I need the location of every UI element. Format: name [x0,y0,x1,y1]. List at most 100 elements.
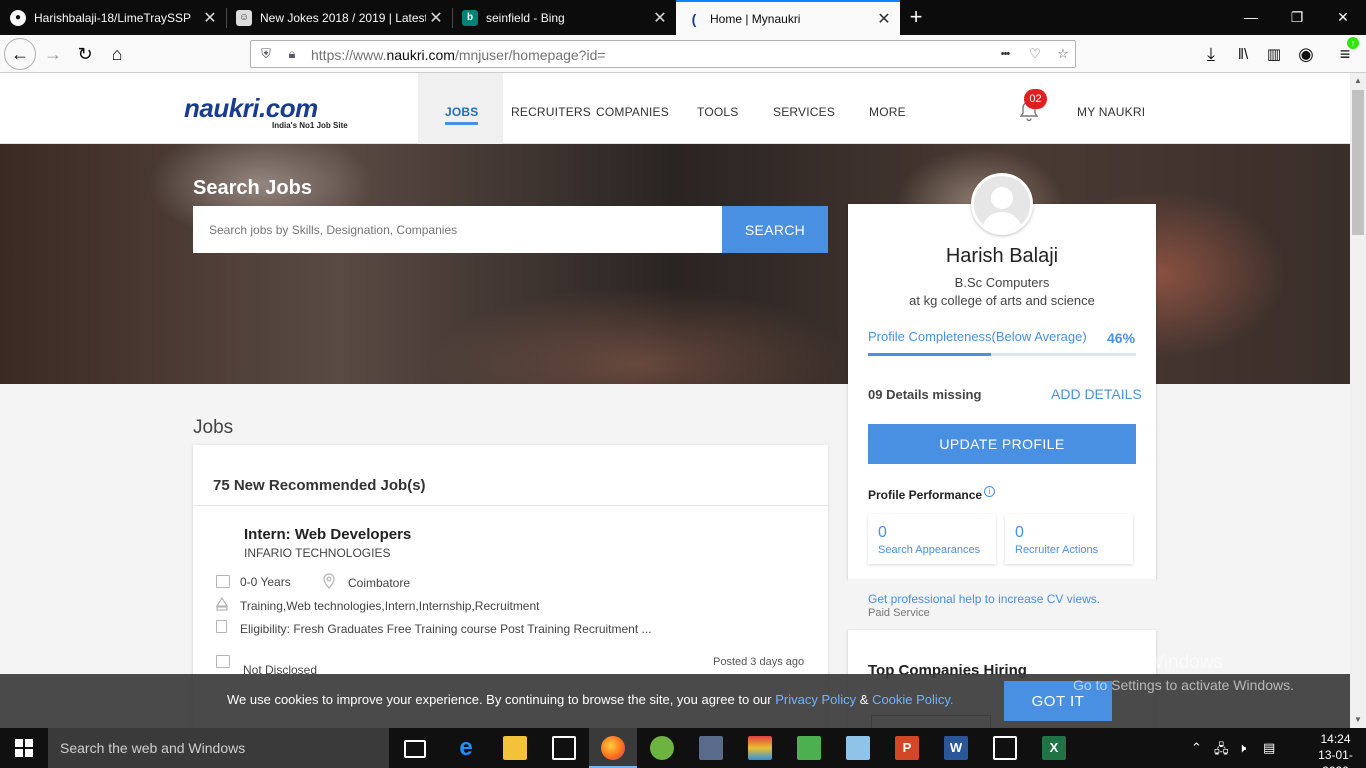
account-icon[interactable]: ◉ [1291,39,1321,69]
naukri-logo[interactable]: naukri.com India's No1 Job Site [184,95,348,130]
cookie-text: We use cookies to improve your experienc… [227,692,953,707]
paid-service-label: Paid Service [868,607,930,619]
nav-jobs[interactable]: JOBS [445,105,479,125]
paid-service-link[interactable]: Get professional help to increase CV vie… [868,592,1100,606]
search-input[interactable] [193,206,722,253]
url-text[interactable]: https://www.naukri.com/mnjuser/homepage?… [311,47,606,63]
volume-mute-icon[interactable]: 🕨︎ [1238,740,1246,756]
page-actions-icon[interactable]: ••• [996,45,1014,63]
excel-icon[interactable]: X [1042,736,1066,760]
profile-completeness-percent: 46% [1107,330,1136,346]
profile-degree: B.Sc Computers [954,275,1050,290]
profile-name: Harish Balaji [945,245,1059,267]
search-title: Search Jobs [193,177,312,199]
search-appearances-label: Search Appearances [878,544,981,556]
reload-button[interactable]: ↻ [70,39,100,69]
browser-tab-github[interactable]: ● Harishbalaji-18/LimeTraySSP ✕ [0,0,226,35]
network-icon[interactable]: 🖧︎ [1214,740,1229,762]
store-icon[interactable] [552,736,576,760]
spring-tool-icon[interactable] [650,736,674,760]
forward-button[interactable]: → [38,39,68,69]
profile-completeness-label[interactable]: Profile Completeness(Below Average) [868,329,1087,344]
close-window-button[interactable]: ✕ [1320,0,1366,35]
close-tab-icon[interactable]: ✕ [650,8,670,28]
sql-tool-icon[interactable] [699,736,723,760]
profile-completeness-fill [868,353,992,356]
cookie-policy-link[interactable]: Cookie Policy. [872,692,953,707]
windows-logo-icon [15,739,33,757]
search-appearances-count: 0 [878,524,887,541]
privacy-policy-link[interactable]: Privacy Policy [775,692,856,707]
task-view-icon[interactable] [404,740,426,758]
winrar-icon[interactable] [748,736,772,760]
file-explorer-icon[interactable] [503,736,527,760]
nav-services[interactable]: SERVICES [773,105,835,119]
edge-icon[interactable]: e [454,736,478,760]
job-location: Coimbatore [348,576,411,590]
tray-chevron-icon[interactable]: ⌃ [1191,740,1202,756]
search-button[interactable]: SEARCH [722,206,828,253]
notification-badge: 02 [1024,89,1047,109]
clock-time: 14:24 [1320,732,1351,746]
details-missing: 09 Details missing [868,387,982,402]
word-icon[interactable]: W [944,736,968,760]
start-button[interactable] [0,728,48,768]
job-title[interactable]: Intern: Web Developers [244,526,411,543]
sidebar-icon[interactable]: ▥ [1259,39,1289,69]
close-tab-icon[interactable]: ✕ [426,8,446,28]
job-skills: Training,Web technologies,Intern,Interns… [240,599,540,613]
jokes-site-icon: ☺ [236,9,252,26]
taskbar-clock[interactable]: 14:24 13-01-2020 [1305,731,1366,768]
update-profile-button[interactable]: UPDATE PROFILE [868,424,1136,464]
nav-tools[interactable]: TOOLS [697,105,738,119]
shield-icon[interactable]: ⛨ [257,45,275,63]
profile-completeness-bar [868,353,1136,356]
powerpoint-icon[interactable]: P [895,736,919,760]
new-tab-button[interactable]: + [904,4,928,30]
cookie-ampersand: & [856,692,873,707]
info-icon[interactable]: i [984,486,995,497]
avatar[interactable] [971,173,1033,235]
nav-recruiters[interactable]: RECRUITERS [511,105,591,119]
nav-companies[interactable]: COMPANIES [596,105,669,119]
action-center-icon[interactable]: ▤ [1263,740,1275,756]
photos-icon[interactable] [993,736,1017,760]
close-tab-icon[interactable]: ✕ [874,9,894,29]
downloads-icon[interactable]: ⤓ [1196,39,1226,69]
scroll-down-arrow-icon[interactable]: ▼ [1350,712,1366,728]
clock-date: 13-01-2020 [1318,748,1353,768]
add-details-link[interactable]: ADD DETAILS [1051,386,1142,402]
app-icon[interactable] [846,736,870,760]
bookmark-star-icon[interactable]: ☆ [1054,45,1072,63]
address-bar[interactable]: ⛨ 🔒︎ https://www.naukri.com/mnjuser/home… [250,40,1076,68]
back-button[interactable]: ← [4,38,36,70]
profile-college: at kg college of arts and science [909,293,1095,308]
lock-icon[interactable]: 🔒︎ [283,45,301,63]
home-button[interactable]: ⌂ [102,39,132,69]
project-icon[interactable] [797,736,821,760]
pocket-icon[interactable]: ♡ [1026,45,1044,63]
wallet-icon [216,655,230,668]
profile-performance-title: Profile Performance [868,488,983,502]
job-company[interactable]: INFARIO TECHNOLOGIES [244,546,390,560]
browser-tab-mynaukri[interactable]: ( Home | Mynaukri ✕ [676,0,900,35]
job-eligibility: Eligibility: Fresh Graduates Free Traini… [240,622,652,636]
restore-button[interactable]: ❐ [1274,0,1320,35]
minimize-button[interactable]: — [1228,0,1274,35]
search-appearances-box[interactable]: 0 Search Appearances [868,514,996,564]
recommended-jobs-title[interactable]: 75 New Recommended Job(s) [213,477,426,494]
nav-my-naukri[interactable]: MY NAUKRI [1077,105,1145,119]
close-tab-icon[interactable]: ✕ [200,8,220,28]
firefox-icon[interactable] [601,736,625,760]
browser-tab-jokes[interactable]: ☺ New Jokes 2018 / 2019 | Latest F ✕ [226,0,452,35]
library-icon[interactable]: ‖\ [1228,39,1258,69]
recruiter-actions-box[interactable]: 0 Recruiter Actions [1005,514,1133,564]
browser-tab-bing[interactable]: b seinfield - Bing ✕ [452,0,676,35]
scrollbar-thumb[interactable] [1352,90,1364,235]
taskbar-search-placeholder[interactable]: Search the web and Windows [60,740,245,756]
nav-more[interactable]: MORE [869,105,906,119]
cookie-message: We use cookies to improve your experienc… [227,692,776,707]
naukri-favicon: ( [691,10,697,27]
scroll-up-arrow-icon[interactable]: ▲ [1350,73,1366,89]
activate-windows-title: Activate Windows [1073,652,1223,673]
